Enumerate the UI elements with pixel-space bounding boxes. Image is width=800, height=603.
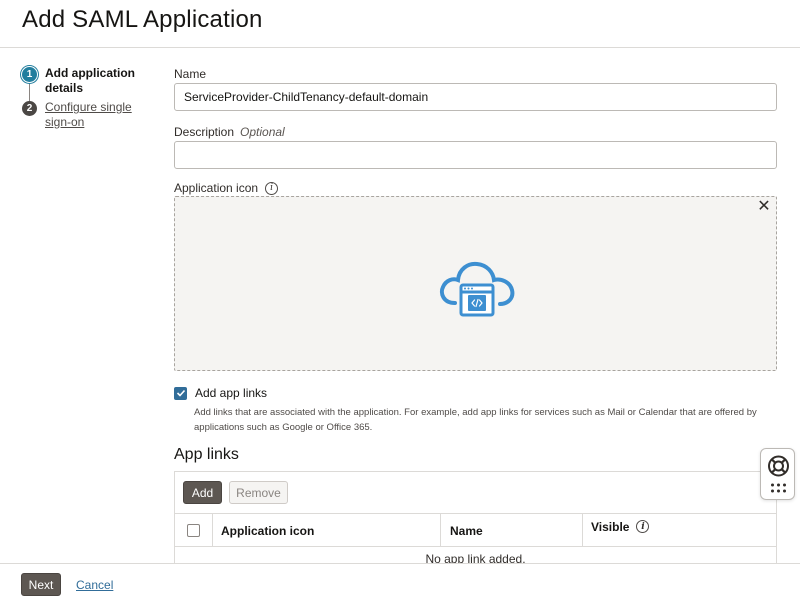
icon-dropzone[interactable]: ✕ <box>174 196 777 371</box>
info-icon[interactable]: i <box>636 520 650 533</box>
next-button[interactable]: Next <box>21 573 61 596</box>
column-divider <box>440 514 441 547</box>
icon-label-text: Application icon <box>174 181 259 195</box>
name-label-text: Name <box>174 67 207 81</box>
page-title: Add SAML Application <box>22 6 263 33</box>
name-input[interactable] <box>174 83 777 111</box>
add-button[interactable]: Add <box>183 481 222 504</box>
page-header: Add SAML Application <box>0 0 800 48</box>
description-input[interactable] <box>174 141 777 169</box>
step-number-1: 1 <box>22 67 37 82</box>
column-divider <box>212 514 213 547</box>
step-label-1: Add application details <box>45 66 135 95</box>
checkmark-icon <box>176 389 185 397</box>
remove-button[interactable]: Remove <box>229 481 288 504</box>
lifebuoy-icon <box>768 455 789 493</box>
column-header-application-icon[interactable]: Application icon <box>221 514 314 547</box>
column-divider <box>582 514 583 547</box>
description-label-text: Description <box>174 125 235 139</box>
column-header-name[interactable]: Name <box>450 514 483 547</box>
info-icon[interactable]: i <box>265 181 279 195</box>
cloud-application-icon <box>439 261 515 317</box>
description-label: Description Optional <box>174 124 777 140</box>
wizard-steps: 1 Add application details 2 Configure si… <box>22 66 162 130</box>
step-label-2[interactable]: Configure single sign-on <box>45 100 157 130</box>
select-all-checkbox[interactable] <box>187 524 200 537</box>
optional-tag: Optional <box>240 125 285 139</box>
cancel-link[interactable]: Cancel <box>76 578 113 592</box>
step-number-2: 2 <box>22 101 37 116</box>
help-widget[interactable] <box>760 448 795 500</box>
add-app-links-checkbox[interactable] <box>174 386 187 400</box>
name-label: Name <box>174 66 777 82</box>
step-configure-sso[interactable]: 2 Configure single sign-on <box>22 100 162 130</box>
icon-label: Application icon i <box>174 180 777 196</box>
column-header-visible-label: Visible <box>591 519 630 534</box>
add-app-links-label: Add app links <box>195 386 268 400</box>
app-links-title: App links <box>174 446 239 463</box>
column-header-visible[interactable]: Visible i <box>591 510 650 543</box>
add-app-links-help: Add links that are associated with the a… <box>194 407 757 433</box>
close-icon[interactable]: ✕ <box>757 199 771 215</box>
application-form: Name Description Optional Application ic… <box>174 66 777 603</box>
app-links-table-header: Application icon Name Visible i <box>175 513 776 547</box>
page-footer: Next Cancel <box>0 563 800 603</box>
add-app-links-row[interactable]: Add app links <box>174 386 267 400</box>
